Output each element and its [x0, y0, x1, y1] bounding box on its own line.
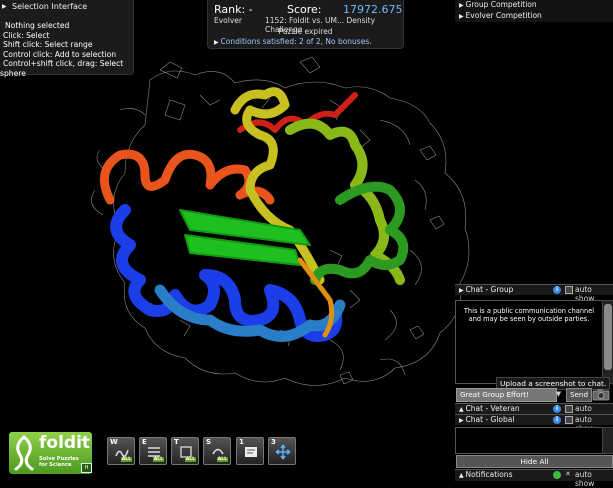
send-button[interactable]: Send	[566, 388, 592, 402]
chat-veteran-label: Chat - Veteran	[465, 404, 520, 413]
all-badge: ALL	[120, 457, 132, 462]
auto-show-checkbox[interactable]	[565, 286, 573, 294]
logo-wordmark: foldit	[39, 433, 91, 453]
chat-group-label: Chat - Group	[465, 285, 514, 294]
shake-all-button[interactable]: E ALL	[139, 437, 167, 465]
chat-global-label: Chat - Global	[465, 415, 515, 424]
evolver-label: Evolver	[214, 16, 242, 25]
move-icon	[275, 444, 291, 460]
score-label: Score:	[287, 3, 322, 16]
all-badge: ALL	[152, 457, 164, 462]
selection-line: Control click: Add to selection	[3, 49, 117, 59]
rank-label: Rank: -	[214, 3, 253, 16]
logo-tagline: Solve Puzzles for Science	[39, 456, 79, 468]
evolver-competition-label: Evolver Competition	[465, 11, 542, 20]
chat-scroll-thumb[interactable]	[604, 304, 612, 370]
recipe-button[interactable]: 1	[236, 437, 264, 465]
wiggle-all-button[interactable]: W ALL	[107, 437, 135, 465]
tweak-all-button[interactable]: T ALL	[171, 437, 199, 465]
chat-group-messages[interactable]: This is a public communication channel a…	[455, 300, 603, 384]
selection-panel-title: Selection Interface	[12, 2, 88, 11]
notifications-toggle[interactable]: ▲ Notifications	[459, 470, 512, 479]
auto-show-label: auto show	[575, 470, 595, 488]
panel-collapse-icon[interactable]: ▶	[2, 3, 7, 10]
auto-show-checkbox[interactable]	[565, 416, 573, 424]
group-competition-label: Group Competition	[465, 0, 537, 9]
rebuild-all-button[interactable]: S ALL	[203, 437, 231, 465]
chat-global-messages[interactable]	[455, 427, 603, 454]
puzzle-status: Puzzle expired	[278, 27, 333, 36]
chat-global-header[interactable]: ▶ Chat - Global i auto show	[455, 414, 613, 433]
selection-line: Control+shift click, drag: Select	[3, 59, 124, 69]
logo-tagline-line: for Science	[39, 462, 72, 468]
auto-show-checkbox[interactable]	[565, 405, 573, 413]
conditions-toggle[interactable]: ▶ Conditions satisfied: 2 of 2, No bonus…	[214, 37, 372, 46]
chat-public-notice: This is a public communication channel a…	[463, 307, 595, 323]
chat-group-header[interactable]: ▶ Chat - Group i auto show	[455, 284, 613, 303]
selection-line: Nothing selected	[5, 21, 70, 30]
chat-veteran-toggle[interactable]: ▲ Chat - Veteran	[459, 404, 520, 413]
chat-global-toggle[interactable]: ▶ Chat - Global	[459, 415, 514, 424]
ribbon-logo-icon	[14, 435, 34, 471]
camera-icon[interactable]	[592, 388, 610, 401]
info-icon[interactable]: i	[553, 405, 561, 413]
info-icon[interactable]: i	[553, 286, 561, 294]
move-button[interactable]: 3	[268, 437, 296, 465]
selection-line: sphere	[0, 68, 26, 78]
competition-panel: ▶ Group Competition ▶ Evolver Competitio…	[455, 0, 613, 22]
notification-status-icon[interactable]	[553, 471, 561, 479]
selection-line: Click: Select	[3, 30, 50, 40]
help-button[interactable]: H	[81, 463, 92, 473]
logo-beta-mark: beta	[78, 437, 88, 442]
chat-input[interactable]: Great Group Effort!	[456, 388, 557, 402]
notifications-header[interactable]: ▲ Notifications ✕ auto show	[455, 469, 613, 488]
foldit-logo[interactable]: foldit beta Solve Puzzles for Science H	[9, 432, 92, 474]
score-value: 17972.675	[343, 3, 403, 16]
chat-scrollbar[interactable]	[602, 300, 613, 384]
chevron-down-icon[interactable]: ▼	[554, 388, 563, 401]
recipe-icon	[245, 447, 257, 457]
notifications-label: Notifications	[465, 470, 513, 479]
info-icon[interactable]: i	[553, 416, 561, 424]
score-panel: Rank: - Score: 17972.675 Evolver 1152: F…	[207, 0, 404, 49]
chat-global-scrollbar[interactable]	[602, 427, 613, 454]
hide-all-button[interactable]: Hide All	[456, 455, 613, 468]
selection-interface-panel: ▶ Selection Interface Nothing selected C…	[0, 0, 134, 78]
all-badge: ALL	[216, 457, 228, 462]
selection-line: Shift click: Select range	[3, 40, 93, 50]
all-badge: ALL	[184, 457, 196, 462]
chat-veteran-header[interactable]: ▲ Chat - Veteran i auto show	[455, 403, 613, 422]
group-competition-toggle[interactable]: ▶ Group Competition	[459, 0, 537, 9]
evolver-competition-toggle[interactable]: ▶ Evolver Competition	[459, 11, 542, 20]
selection-help-lines: Nothing selected Click: Select Shift cli…	[0, 21, 124, 79]
conditions-text: Conditions satisfied: 2 of 2, No bonuses…	[220, 37, 372, 46]
close-icon[interactable]: ✕	[565, 470, 571, 478]
chat-group-toggle[interactable]: ▶ Chat - Group	[459, 285, 513, 294]
